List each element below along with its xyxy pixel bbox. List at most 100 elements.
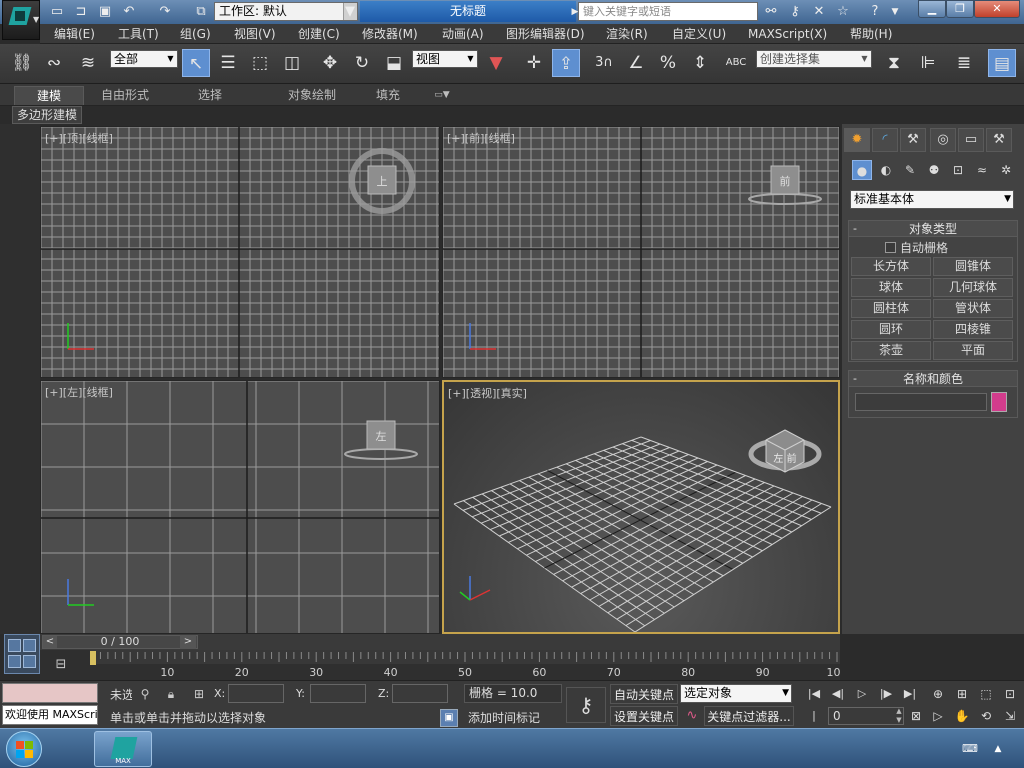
- angle-snap-icon[interactable]: ∠: [622, 49, 650, 77]
- menu-graph-editors[interactable]: 图形编辑器(D): [506, 26, 585, 42]
- workspace-expand-icon[interactable]: ▼: [341, 3, 359, 21]
- viewport-layout-button[interactable]: [4, 634, 40, 674]
- select-and-link-icon[interactable]: ⛓: [8, 49, 36, 77]
- layer-manager-icon[interactable]: ≣: [950, 49, 978, 77]
- tab-populate[interactable]: 填充: [368, 86, 408, 105]
- systems-icon[interactable]: ✲: [996, 160, 1016, 180]
- snap-toggle-icon[interactable]: 3∩: [590, 49, 618, 77]
- y-coordinate-field[interactable]: [310, 684, 366, 703]
- app-logo[interactable]: ▼: [2, 0, 40, 40]
- modify-tab-icon[interactable]: ◜: [872, 128, 898, 152]
- menu-animation[interactable]: 动画(A): [442, 26, 484, 42]
- menu-tools[interactable]: 工具(T): [118, 26, 159, 42]
- zoom-extents-all-icon[interactable]: ⊡: [1000, 684, 1020, 704]
- subscription-icon[interactable]: ⚷: [786, 3, 804, 21]
- open-file-icon[interactable]: ⊐: [72, 3, 90, 21]
- object-type-header[interactable]: - 对象类型: [849, 221, 1017, 237]
- utilities-tab-icon[interactable]: ⚒: [986, 128, 1012, 152]
- menu-create[interactable]: 创建(C): [298, 26, 340, 42]
- viewport-perspective[interactable]: 左 前 [+][透视][真实]: [442, 380, 840, 634]
- teapot-button[interactable]: 茶壶: [851, 341, 931, 360]
- add-time-tag[interactable]: 添加时间标记: [464, 709, 562, 727]
- object-color-swatch[interactable]: [991, 392, 1007, 412]
- time-slider[interactable]: < 0 / 100: [42, 635, 198, 649]
- favorites-star-icon[interactable]: ☆: [834, 3, 852, 21]
- menu-maxscript[interactable]: MAXScript(X): [748, 26, 827, 42]
- tube-button[interactable]: 管状体: [933, 299, 1013, 318]
- search-input[interactable]: 键入关键字或短语: [578, 2, 758, 21]
- cone-button[interactable]: 圆锥体: [933, 257, 1013, 276]
- cylinder-button[interactable]: 圆柱体: [851, 299, 931, 318]
- zoom-extents-icon[interactable]: ⬚: [976, 684, 996, 704]
- undo-icon[interactable]: ↶: [120, 3, 138, 21]
- current-frame-field[interactable]: 0: [828, 707, 904, 725]
- close-button[interactable]: ✕: [974, 0, 1020, 18]
- communication-center-icon[interactable]: ✕: [810, 3, 828, 21]
- absolute-mode-icon[interactable]: ⊞: [190, 685, 208, 703]
- select-object-icon[interactable]: ↖: [182, 49, 210, 77]
- menu-rendering[interactable]: 渲染(R): [606, 26, 648, 42]
- taskbar-3dsmax-button[interactable]: MAX: [94, 731, 152, 767]
- subtab-polygon-modeling[interactable]: 多边形建模: [12, 106, 82, 124]
- pivot-center-icon[interactable]: ▼: [482, 49, 510, 77]
- save-file-icon[interactable]: ▣: [96, 3, 114, 21]
- z-coordinate-field[interactable]: [392, 684, 448, 703]
- viewport-left[interactable]: 左 [+][左][线框]: [40, 380, 440, 634]
- play-icon[interactable]: ▷: [852, 684, 872, 704]
- slider-next-icon[interactable]: >: [180, 635, 196, 649]
- pyramid-button[interactable]: 四棱锥: [933, 320, 1013, 339]
- tab-selection[interactable]: 选择: [180, 86, 240, 105]
- align-icon[interactable]: ⊫: [914, 49, 942, 77]
- menu-group[interactable]: 组(G): [180, 26, 211, 42]
- isolate-icon[interactable]: ⚲: [136, 685, 154, 703]
- binoculars-icon[interactable]: ⚯: [762, 3, 780, 21]
- next-frame-icon[interactable]: |▶: [876, 684, 896, 704]
- menu-customize[interactable]: 自定义(U): [672, 26, 726, 42]
- window-crossing-icon[interactable]: ◫: [278, 49, 306, 77]
- ribbon-options-icon[interactable]: ▭▼: [428, 86, 456, 105]
- select-and-move-icon[interactable]: ✥: [316, 49, 344, 77]
- track-bar[interactable]: ⊟ 10 20 30 40 50 60 70 80 90 100: [40, 650, 840, 680]
- minimize-button[interactable]: ▁: [918, 0, 946, 18]
- select-and-scale-icon[interactable]: ⬓: [380, 49, 408, 77]
- keyboard-shortcut-toggle-icon[interactable]: ⇪: [552, 49, 580, 77]
- selection-filter-dropdown[interactable]: 全部 ▼: [110, 50, 178, 68]
- menu-edit[interactable]: 编辑(E): [54, 26, 95, 42]
- help-icon[interactable]: ?: [866, 3, 884, 21]
- viewport-front-label[interactable]: [+][前][线框]: [447, 130, 515, 146]
- create-tab-icon[interactable]: ✹: [844, 128, 870, 152]
- torus-button[interactable]: 圆环: [851, 320, 931, 339]
- go-to-start-icon[interactable]: |◀: [804, 684, 824, 704]
- previous-frame-icon[interactable]: ◀|: [828, 684, 848, 704]
- lock-icon[interactable]: 🔒︎: [162, 685, 180, 703]
- tab-freeform[interactable]: 自由形式: [90, 86, 160, 105]
- workspace-dropdown[interactable]: 工作区: 默认 ▼: [214, 2, 358, 21]
- select-by-name-icon[interactable]: ☰: [214, 49, 242, 77]
- mirror-icon[interactable]: ⧗: [880, 49, 908, 77]
- frame-spinner-icon[interactable]: ▲ ▼: [894, 707, 904, 725]
- menu-modifiers[interactable]: 修改器(M): [362, 26, 418, 42]
- zoom-all-icon[interactable]: ⊞: [952, 684, 972, 704]
- name-color-header[interactable]: - 名称和颜色: [849, 371, 1017, 387]
- key-mode-toggle-icon[interactable]: |◀◀: [804, 706, 824, 742]
- project-folder-icon[interactable]: ⧉: [192, 3, 210, 21]
- menu-help[interactable]: 帮助(H): [850, 26, 892, 42]
- percent-snap-icon[interactable]: %: [654, 49, 682, 77]
- geosphere-button[interactable]: 几何球体: [933, 278, 1013, 297]
- lights-icon[interactable]: ✎: [900, 160, 920, 180]
- named-selection-dropdown[interactable]: 创建选择集 ▼: [756, 50, 872, 68]
- key-filters-button[interactable]: 关键点过滤器...: [704, 706, 794, 726]
- new-file-icon[interactable]: ▭: [48, 3, 66, 21]
- unlink-icon[interactable]: ∾: [40, 49, 68, 77]
- select-and-rotate-icon[interactable]: ↻: [348, 49, 376, 77]
- curve-editor-icon[interactable]: ⊟: [52, 658, 70, 672]
- viewport-top[interactable]: 上 [+][顶][线框]: [40, 126, 440, 378]
- keyboard-tray-icon[interactable]: ⌨: [962, 741, 978, 757]
- shapes-icon[interactable]: ◐: [876, 160, 896, 180]
- maximize-viewport-icon[interactable]: ⇲: [1000, 706, 1020, 726]
- maximize-button[interactable]: ❐: [946, 0, 974, 18]
- graphite-ribbon-icon[interactable]: ▤: [988, 49, 1016, 77]
- box-button[interactable]: 长方体: [851, 257, 931, 276]
- helpers-icon[interactable]: ⊡: [948, 160, 968, 180]
- motion-tab-icon[interactable]: ◎: [930, 128, 956, 152]
